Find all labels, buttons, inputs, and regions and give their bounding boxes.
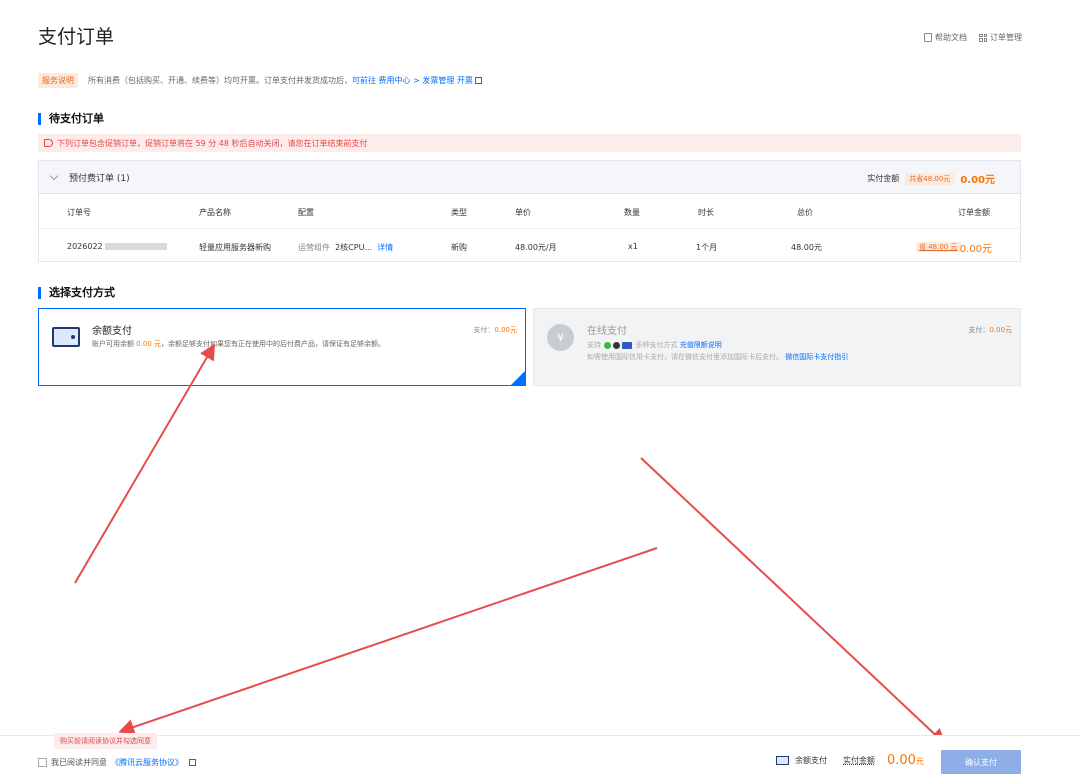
payment-summary: 余额支付 实付金额 0.00元 xyxy=(776,753,924,768)
service-agreement-link[interactable]: 《腾讯云服务协议》 xyxy=(111,757,183,768)
total-amount: 0.00元 xyxy=(887,753,924,768)
agreement-tip: 购买前请阅读协议并勾选同意 xyxy=(54,733,157,749)
agreement-checkbox[interactable] xyxy=(38,758,47,767)
agreement-prefix: 我已阅读并同意 xyxy=(51,758,107,767)
external-link-icon xyxy=(189,759,196,766)
arrow-to-confirm xyxy=(640,457,946,745)
total-amount-label: 实付金额 xyxy=(843,756,875,765)
annotation-arrows xyxy=(74,343,946,745)
total-amount-unit: 元 xyxy=(915,757,924,766)
selected-method: 余额支付 xyxy=(795,756,827,765)
confirm-pay-button[interactable]: 确认支付 xyxy=(941,750,1021,774)
arrow-to-balance xyxy=(74,343,216,584)
wallet-icon xyxy=(776,756,789,765)
agreement-row: 我已阅读并同意 《腾讯云服务协议》 xyxy=(38,757,196,768)
total-amount-value: 0.00 xyxy=(887,753,916,768)
arrow-to-agreement xyxy=(118,547,658,735)
